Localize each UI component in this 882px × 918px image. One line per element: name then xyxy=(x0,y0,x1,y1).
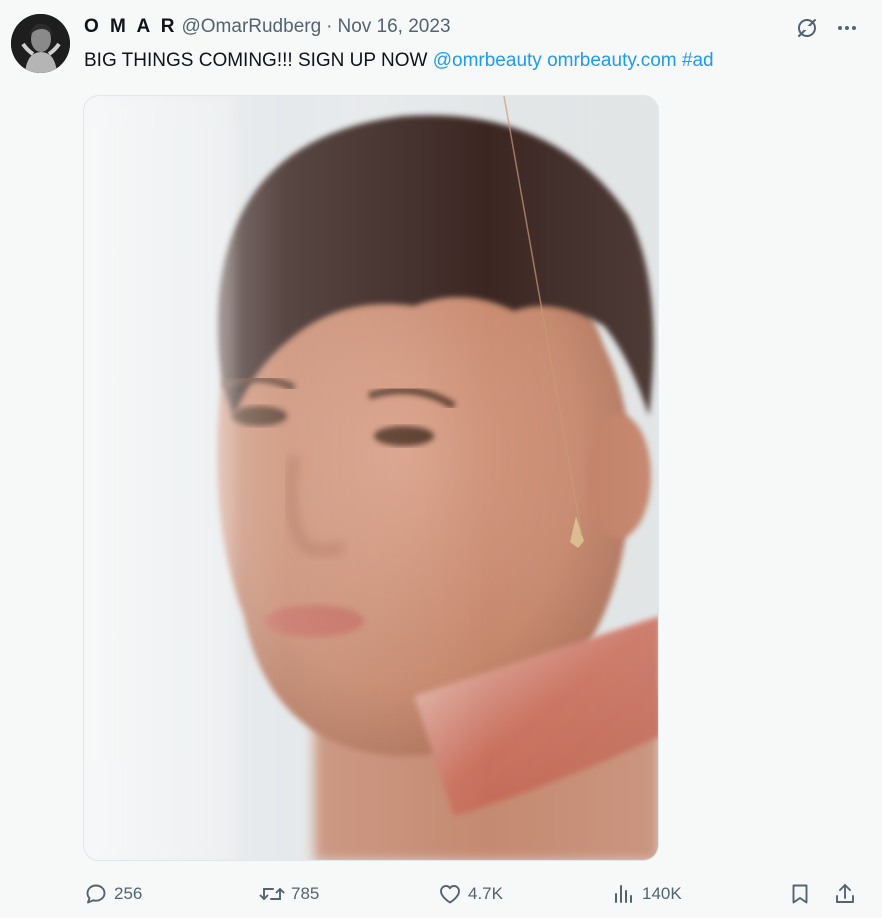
heart-icon xyxy=(440,885,460,904)
tweet-date[interactable]: Nov 16, 2023 xyxy=(337,14,450,40)
reply-count: 256 xyxy=(114,884,143,903)
grok-icon xyxy=(798,19,816,37)
retweet-icon xyxy=(259,888,285,900)
views-count: 140K xyxy=(642,884,682,903)
retweet-count: 785 xyxy=(291,884,320,903)
share-button[interactable] xyxy=(833,876,863,912)
more-button[interactable] xyxy=(832,14,862,42)
more-horizontal-icon xyxy=(838,26,856,30)
action-bar: 256 785 4.7K 140K xyxy=(0,876,882,912)
avatar[interactable] xyxy=(11,14,70,73)
tweet-text: BIG THINGS COMING!!! SIGN UP NOW @omrbea… xyxy=(84,47,864,74)
views-button[interactable]: 140K xyxy=(612,876,682,912)
like-button[interactable]: 4.7K xyxy=(438,876,503,912)
reply-button[interactable]: 256 xyxy=(84,876,142,912)
reply-icon xyxy=(86,884,106,904)
tweet-body: BIG THINGS COMING!!! SIGN UP NOW xyxy=(84,50,428,71)
grok-button[interactable] xyxy=(793,14,821,42)
separator-dot: · xyxy=(326,16,333,37)
tweet[interactable]: O M A R @OmarRudberg · Nov 16, 2023 BIG … xyxy=(0,0,882,918)
display-name[interactable]: O M A R xyxy=(84,14,177,40)
like-count: 4.7K xyxy=(468,884,503,903)
bookmark-button[interactable] xyxy=(788,876,818,912)
tweet-header: O M A R @OmarRudberg · Nov 16, 2023 xyxy=(84,14,451,40)
url-link[interactable]: omrbeauty.com xyxy=(547,50,677,71)
bookmark-icon xyxy=(792,884,808,904)
share-icon xyxy=(836,884,854,903)
views-icon xyxy=(615,885,632,903)
mention-link[interactable]: @omrbeauty xyxy=(433,50,542,71)
retweet-button[interactable]: 785 xyxy=(259,876,319,912)
tweet-photo[interactable] xyxy=(83,95,659,861)
handle[interactable]: @OmarRudberg xyxy=(181,14,321,40)
hashtag-link[interactable]: #ad xyxy=(682,50,714,71)
